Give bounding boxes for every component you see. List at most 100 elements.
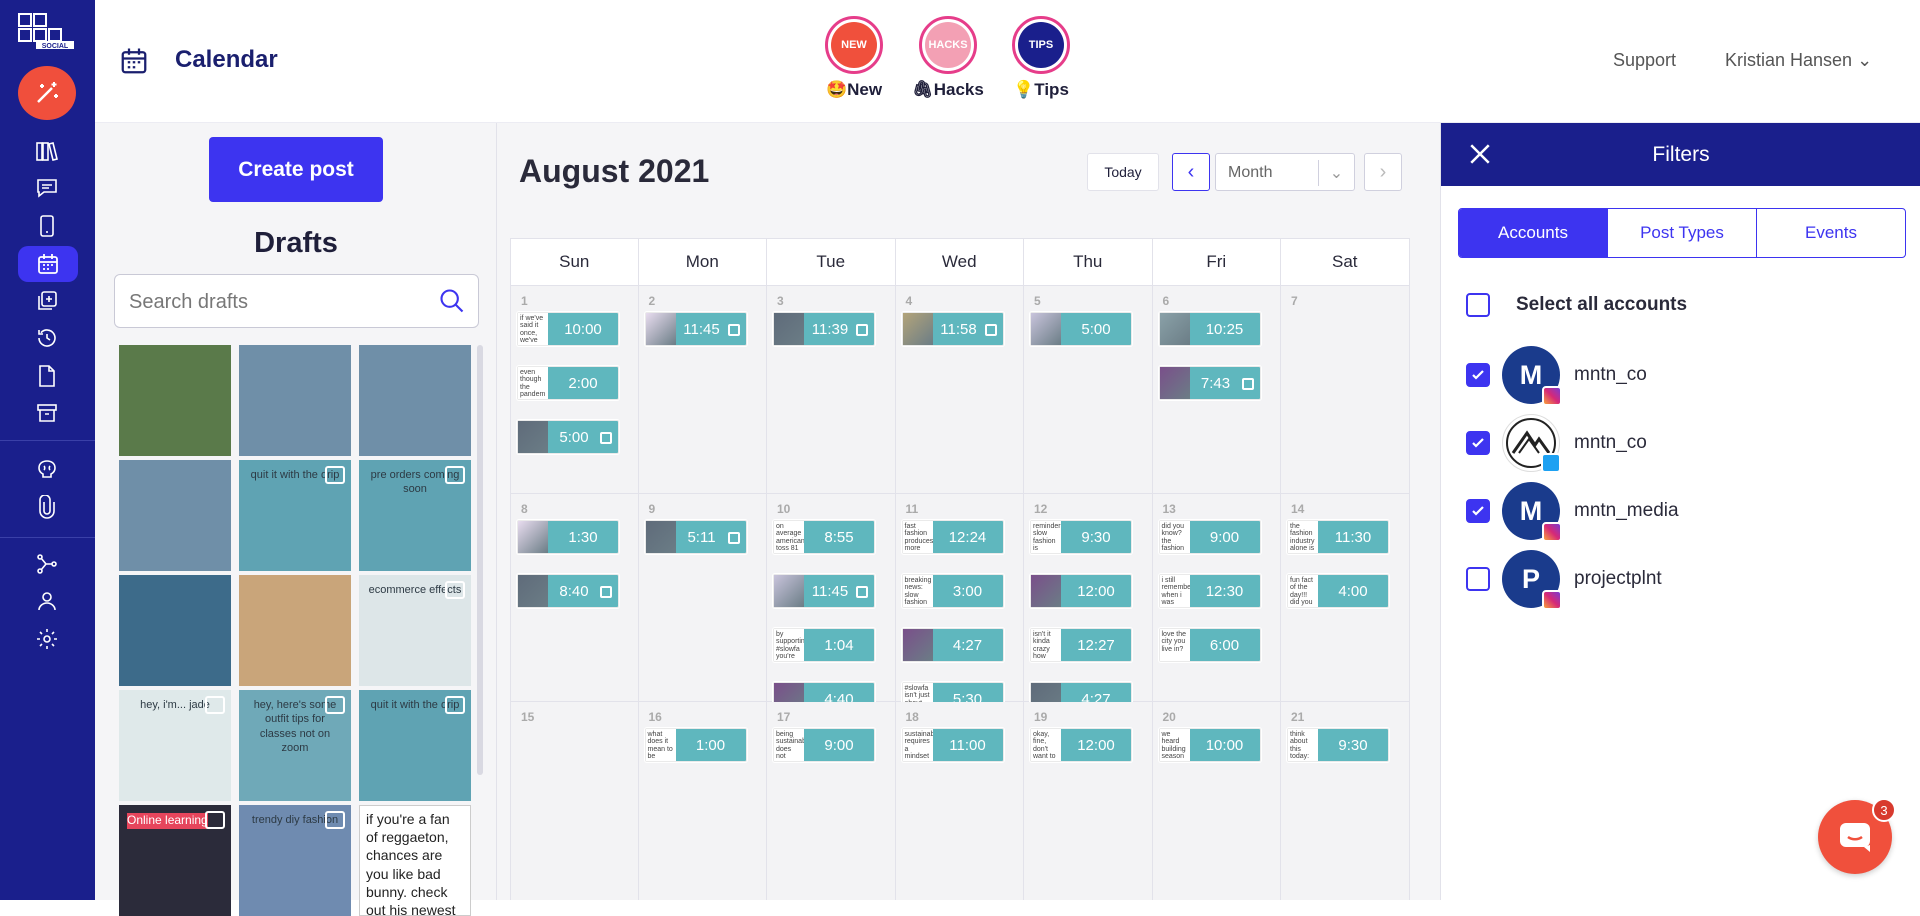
promo-new[interactable]: NEW 🤩New [804,16,904,100]
nav-library[interactable] [24,134,70,168]
day-cell[interactable]: 8 1:30 8:40 [510,494,639,702]
scheduled-post[interactable]: did you know? the fashion 9:00 [1158,520,1261,554]
draft-thumbnail[interactable]: ecommerce effects [359,575,471,686]
promo-tips[interactable]: TIPS 💡Tips [991,16,1091,100]
scheduled-post[interactable]: 11:45 [773,574,875,608]
scheduled-post[interactable]: love the city you live in? 6:00 [1158,628,1261,662]
scheduled-post[interactable]: 5:00 [1030,312,1132,346]
scheduled-post[interactable]: reminder: slow fashion is 9:30 [1030,520,1132,554]
create-post-button[interactable]: Create post [209,137,383,202]
promo-hacks[interactable]: HACKS 🖇Hacks [898,16,998,100]
draft-thumbnail[interactable] [359,345,471,456]
nav-hacks[interactable] [24,490,70,524]
scheduled-post[interactable]: i still remember when i was 12:30 [1158,574,1261,608]
day-cell[interactable]: 3 11:39 [767,286,896,494]
day-cell[interactable]: 9 5:11 [638,494,767,702]
scheduled-post[interactable]: by supporting #slowfa you're 1:04 [773,628,875,662]
day-cell[interactable]: 14 the fashion industry alone is 11:30 fun … [1281,494,1410,702]
scheduled-post[interactable]: think about this today: 9:30 [1287,728,1389,762]
magic-create-button[interactable] [18,66,76,120]
day-cell[interactable]: 6 10:25 7:43 [1152,286,1281,494]
draft-thumbnail[interactable] [119,575,231,686]
day-cell[interactable]: 18 sustainability requires a mindset 11:00 [895,702,1024,900]
day-cell[interactable]: 4 11:58 [895,286,1024,494]
day-cell[interactable]: 11 fast fashion produces more 12:24 breakin… [895,494,1024,716]
account-checkbox[interactable] [1466,431,1490,455]
account-row[interactable]: Pprojectplnt [1466,549,1662,610]
scheduled-post[interactable]: even though the pandem 2:00 [517,366,619,400]
scheduled-post[interactable]: 4:27 [901,628,1004,662]
nav-integrations[interactable] [24,547,70,581]
day-cell[interactable]: 15 [510,702,639,900]
day-cell[interactable]: 2 11:45 [638,286,767,494]
account-checkbox[interactable] [1466,499,1490,523]
scheduled-post[interactable]: breaking news: slow fashion 3:00 [901,574,1004,608]
draft-thumbnail[interactable] [119,460,231,571]
scheduled-post[interactable]: 12:00 [1030,574,1132,608]
scheduled-post[interactable]: if we've said it once, we've 10:00 [517,312,619,346]
draft-thumbnail[interactable]: trendy diy fashion [239,805,351,916]
support-link[interactable]: Support [1613,50,1676,71]
draft-thumbnail[interactable]: if you're a fan of reggaeton, chances ar… [359,805,471,916]
scheduled-post[interactable]: 11:39 [773,312,875,346]
nav-queue[interactable] [24,284,70,318]
draft-thumbnail[interactable] [119,345,231,456]
scheduled-post[interactable]: being sustainable does not 9:00 [773,728,875,762]
draft-thumbnail[interactable]: quit it with the drip [239,460,351,571]
account-checkbox[interactable] [1466,363,1490,387]
scheduled-post[interactable]: 11:58 [901,312,1004,346]
scheduled-post[interactable]: fast fashion produces more 12:24 [901,520,1004,554]
scheduled-post[interactable]: 5:11 [644,520,747,554]
nav-documents[interactable] [24,359,70,393]
scheduled-post[interactable]: 7:43 [1158,366,1261,400]
draft-thumbnail[interactable]: pre orders coming soon [359,460,471,571]
draft-thumbnail[interactable]: Online learning [119,805,231,916]
scheduled-post[interactable]: fun fact of the day!!! did you 4:00 [1287,574,1389,608]
scheduled-post[interactable]: sustainability requires a mindset 11:00 [901,728,1004,762]
today-button[interactable]: Today [1087,153,1159,191]
account-row[interactable]: Mmntn_co [1466,345,1647,406]
account-row[interactable]: mntn_co [1466,413,1647,473]
nav-archive[interactable] [24,396,70,430]
drafts-scrollbar[interactable] [477,345,483,775]
account-row[interactable]: Mmntn_media [1466,481,1679,542]
select-all-checkbox[interactable] [1466,293,1490,317]
app-logo[interactable]: SOCIAL [18,12,76,50]
day-cell[interactable]: 13 did you know? the fashion 9:00 i still r… [1152,494,1281,702]
view-select[interactable]: Month ⌄ [1215,153,1355,191]
tab-accounts[interactable]: Accounts [1459,209,1608,257]
nav-settings[interactable] [24,622,70,656]
prev-month-button[interactable]: ‹ [1172,153,1210,191]
search-drafts-input[interactable]: Search drafts [114,274,479,328]
nav-calendar[interactable] [18,246,78,282]
nav-messages[interactable] [24,171,70,205]
day-cell[interactable]: 1 if we've said it once, we've 10:00 even t… [510,286,639,494]
draft-thumbnail[interactable] [239,575,351,686]
draft-thumbnail[interactable]: hey, here's some outfit tips for classes… [239,690,351,801]
day-cell[interactable]: 19 okay, fine, don't want to 12:00 [1024,702,1153,900]
day-cell[interactable]: 16 what does it mean to be 1:00 [638,702,767,900]
scheduled-post[interactable]: on average americans toss 81 8:55 [773,520,875,554]
day-cell[interactable]: 12 reminder: slow fashion is 9:30 12:00 isn'… [1024,494,1153,770]
day-cell[interactable]: 5 5:00 [1024,286,1153,494]
day-cell[interactable]: 17 being sustainable does not 9:00 [767,702,896,900]
nav-mobile[interactable] [24,209,70,243]
scheduled-post[interactable]: we heard building season 10:00 [1158,728,1261,762]
nav-insights[interactable] [24,452,70,486]
scheduled-post[interactable]: 1:30 [517,520,619,554]
scheduled-post[interactable]: 10:25 [1158,312,1261,346]
draft-thumbnail[interactable]: hey, i'm... jade [119,690,231,801]
scheduled-post[interactable]: okay, fine, don't want to 12:00 [1030,728,1132,762]
draft-thumbnail[interactable]: quit it with the drip [359,690,471,801]
nav-history[interactable] [24,321,70,355]
scheduled-post[interactable]: the fashion industry alone is 11:30 [1287,520,1389,554]
next-month-button[interactable]: › [1364,153,1402,191]
scheduled-post[interactable]: isn't it kinda crazy how 12:27 [1030,628,1132,662]
scheduled-post[interactable]: 11:45 [644,312,747,346]
draft-thumbnail[interactable] [239,345,351,456]
search-icon[interactable] [438,287,466,315]
nav-profile[interactable] [24,584,70,618]
scheduled-post[interactable]: 8:40 [517,574,619,608]
day-cell[interactable]: 21 think about this today: 9:30 [1281,702,1410,900]
user-menu[interactable]: Kristian Hansen ⌄ [1725,50,1872,71]
